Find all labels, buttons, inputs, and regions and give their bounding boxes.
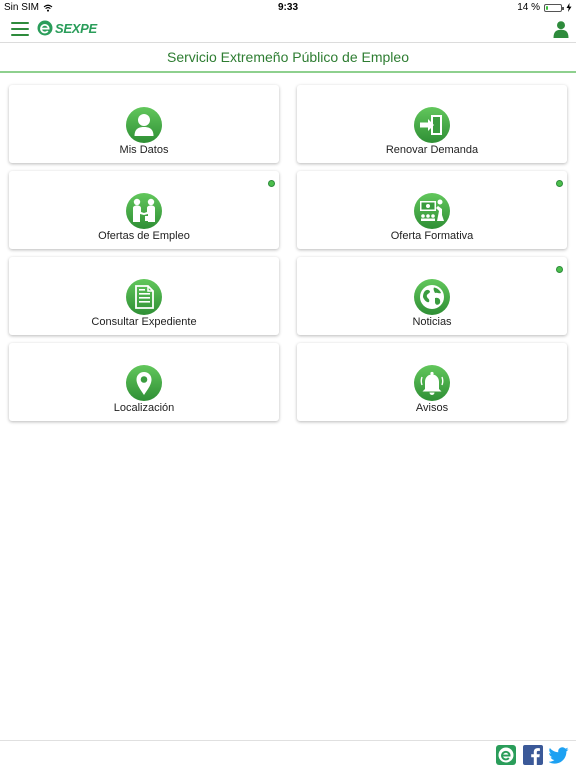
status-bar: Sin SIM 9:33 14 % <box>0 0 576 16</box>
charging-icon <box>566 3 572 12</box>
sexpe-logo-icon <box>37 20 53 36</box>
tile-ofertas-empleo[interactable]: Ofertas de Empleo <box>9 171 279 249</box>
person-icon <box>126 107 162 143</box>
tile-label: Localización <box>113 402 175 414</box>
clock: 9:33 <box>277 2 298 13</box>
tile-label: Oferta Formativa <box>390 230 474 242</box>
tile-mis-datos[interactable]: Mis Datos <box>9 85 279 163</box>
tile-label: Ofertas de Empleo <box>98 230 190 242</box>
document-icon <box>126 279 162 315</box>
footer <box>0 740 576 769</box>
new-badge <box>268 180 275 187</box>
sexpe-icon[interactable] <box>496 745 516 765</box>
sexpe-logo: SEXPE <box>37 20 97 36</box>
battery-icon <box>544 3 564 12</box>
page-title: Servicio Extremeño Público de Empleo <box>166 49 409 65</box>
tile-label: Consultar Expediente <box>91 316 197 328</box>
tile-localizacion[interactable]: Localización <box>9 343 279 421</box>
title-bar: Servicio Extremeño Público de Empleo <box>0 43 576 73</box>
logo-text: SEXPE <box>55 20 97 36</box>
tile-label: Mis Datos <box>119 144 169 156</box>
tile-noticias[interactable]: Noticias <box>297 257 567 335</box>
nav-bar: SEXPE <box>0 16 576 43</box>
user-icon[interactable] <box>552 20 570 38</box>
new-badge <box>556 180 563 187</box>
twitter-icon[interactable] <box>549 745 569 765</box>
tile-consultar-expediente[interactable]: Consultar Expediente <box>9 257 279 335</box>
tile-label: Avisos <box>415 402 449 414</box>
tile-oferta-formativa[interactable]: Oferta Formativa <box>297 171 567 249</box>
tile-renovar-demanda[interactable]: Renovar Demanda <box>297 85 567 163</box>
status-right: 14 % <box>517 2 572 13</box>
handshake-icon <box>126 193 162 229</box>
classroom-icon <box>414 193 450 229</box>
tile-label: Noticias <box>412 316 452 328</box>
tile-avisos[interactable]: Avisos <box>297 343 567 421</box>
bell-icon <box>414 365 450 401</box>
battery-fill <box>546 5 548 10</box>
new-badge <box>556 266 563 273</box>
tile-label: Renovar Demanda <box>385 144 479 156</box>
battery-percent: 14 % <box>517 2 540 13</box>
hamburger-menu-icon[interactable] <box>11 22 29 36</box>
door-enter-icon <box>414 107 450 143</box>
location-pin-icon <box>126 365 162 401</box>
facebook-icon[interactable] <box>523 745 543 765</box>
globe-icon <box>414 279 450 315</box>
